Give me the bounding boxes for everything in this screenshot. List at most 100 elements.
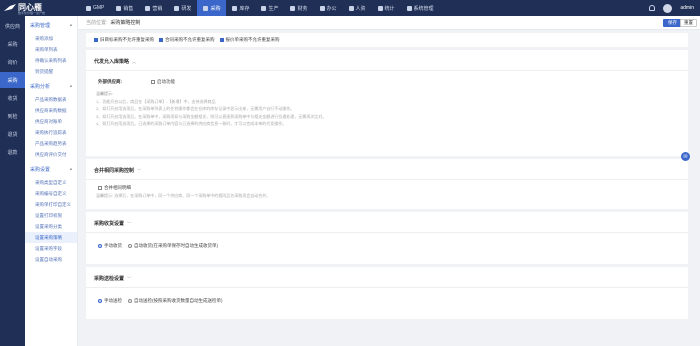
subnav-item[interactable]: 设置自动采购 <box>25 254 77 265</box>
checkbox-box[interactable] <box>94 38 98 42</box>
section-dropship: 代发允入库策略 ︿ 外部供应商: 启动功能 温馨提示: 1、功能开启以后，商品在… <box>86 50 688 156</box>
subnav-item[interactable]: 供应商采购数据 <box>25 105 77 116</box>
nav-icon <box>145 5 151 11</box>
top-checks-panel: 旧目标采购不允许重复采购 合同采购不允许重复采购 报价单采购不允许重复采购 <box>86 33 688 47</box>
option-checkbox[interactable]: 旧目标采购不允许重复采购 <box>94 37 154 43</box>
nav-item[interactable]: GMP <box>80 0 110 16</box>
nav-icon <box>406 5 412 11</box>
section-receiving: 采购收货设置 ﹀ 手动收货 自动收货(在采购单保存时自动生成收货单) <box>86 212 688 264</box>
radio-option[interactable]: 自动送检(按照采购收货数量自动生成送检单) <box>128 298 223 304</box>
rail-item[interactable]: 到检 <box>0 108 25 124</box>
checkbox-label: 合同采购不允许重复采购 <box>165 37 215 42</box>
subnav-item[interactable]: 设置采购策略 <box>25 232 77 243</box>
rail-item[interactable]: 询价 <box>0 54 25 70</box>
radio-label: 自动收货(在采购单保存时自动生成收货单) <box>134 243 218 248</box>
nav-item[interactable]: 库存 <box>226 0 255 16</box>
radio-dot[interactable] <box>98 244 102 248</box>
enable-checkbox[interactable]: 启动功能 <box>151 79 175 85</box>
subnav-item[interactable]: 采购编号自定义 <box>25 188 77 199</box>
rail-item[interactable]: 采购 <box>0 36 25 52</box>
nav-icon <box>319 5 325 11</box>
subnav-item[interactable]: 设置采购字段 <box>25 243 77 254</box>
group-label: 采购分析 <box>30 84 51 90</box>
checkbox-label: 合并相同明细 <box>104 185 131 190</box>
nav-item[interactable]: 生产 <box>255 0 284 16</box>
checkbox-label: 旧目标采购不允许重复采购 <box>100 37 154 42</box>
section-title[interactable]: 采购送检设置 ﹀ <box>86 267 688 283</box>
chevron-up-icon: ▲ <box>69 166 73 171</box>
radio-dot[interactable] <box>128 299 132 303</box>
subnav-item[interactable]: 到货提醒 <box>25 66 77 77</box>
section-title-text: 采购收货设置 <box>94 221 125 227</box>
option-checkbox[interactable]: 报价单采购不允许重复采购 <box>219 37 280 43</box>
nav-label: 营销 <box>152 5 163 12</box>
radio-label: 自动送检(按照采购收货数量自动生成送检单) <box>134 298 223 303</box>
chevron-up-icon: ▲ <box>69 83 73 88</box>
checkbox-box[interactable] <box>219 38 224 42</box>
subnav-item[interactable]: 采购单列表 <box>25 44 77 55</box>
subnav-item[interactable]: 采购执行追踪表 <box>25 127 77 138</box>
chevron-up-icon: ▲ <box>69 22 73 27</box>
rail-item[interactable]: 供应商 <box>0 18 25 34</box>
bird-logo-icon <box>4 3 16 11</box>
rail-item[interactable]: 收货 <box>0 90 25 106</box>
top-bar: 同心雁 数字化管理一生产统 GMP 销售 营销 研发 采购 库存 生产 财务 办公 人资 统计 系统管… <box>0 0 700 16</box>
subnav-item[interactable]: 产品采购数据表 <box>25 94 77 105</box>
nav-item[interactable]: 研发 <box>168 0 197 16</box>
nav-icon <box>232 5 238 11</box>
subnav-item[interactable]: 采购单打印自定义 <box>25 199 77 210</box>
checkbox-label: 启动功能 <box>157 79 175 84</box>
radio-option[interactable]: 手动送检 <box>98 298 122 304</box>
nav-item[interactable]: 办公 <box>314 0 343 16</box>
section-title[interactable]: 合并相同采购控制 ﹀ <box>86 159 688 175</box>
subnav-group-analysis[interactable]: 采购分析 ▲ <box>25 77 77 94</box>
group-label: 采购设置 <box>30 167 51 173</box>
radio-option[interactable]: 手动收货 <box>98 243 122 249</box>
nav-item[interactable]: 营销 <box>139 0 168 16</box>
nav-item[interactable]: 系统管理 <box>401 0 440 16</box>
rail-item[interactable]: 退款 <box>0 144 25 160</box>
nav-item[interactable]: 销售 <box>110 0 139 16</box>
top-right: admin <box>649 0 694 16</box>
bell-icon[interactable] <box>649 5 656 11</box>
subnav-group-settings[interactable]: 采购设置 ▲ <box>25 160 77 177</box>
merge-checkbox[interactable]: 合并相同明细 <box>98 185 131 191</box>
breadcrumb-label: 当前位置: <box>86 20 108 26</box>
subnav-item[interactable]: 采购添加 <box>25 33 77 44</box>
checkbox-box[interactable] <box>151 80 155 84</box>
chevron-down-icon: ﹀ <box>137 167 142 173</box>
section-title-text: 代发允入库策略 <box>94 59 130 65</box>
avatar[interactable] <box>663 3 673 13</box>
nav-item[interactable]: 财务 <box>284 0 313 16</box>
user-name[interactable]: admin <box>680 5 694 11</box>
option-checkbox[interactable]: 合同采购不允许重复采购 <box>159 37 215 43</box>
section-title[interactable]: 采购收货设置 ﹀ <box>86 212 688 228</box>
section-title[interactable]: 代发允入库策略 ︿ <box>86 50 688 66</box>
help-float-icon[interactable]: ✉ <box>681 152 690 161</box>
checkbox-box[interactable] <box>159 38 163 42</box>
rail-item[interactable]: 退货 <box>0 126 25 142</box>
subnav-group-purchase[interactable]: 采购管理 ▲ <box>25 16 77 33</box>
subnav-item[interactable]: 产品采购趋势表 <box>25 138 77 149</box>
nav-icon <box>290 5 296 11</box>
section-inspection: 采购送检设置 ﹀ 手动送检 自动送检(按照采购收货数量自动生成送检单) <box>86 267 688 319</box>
checkbox-box[interactable] <box>98 186 102 190</box>
reset-button[interactable]: 重置 <box>680 19 697 27</box>
hint-line: 3、如打开启用选项后。在采购单中，采购项如与采购金额相关，则可以直接到采购单中与… <box>96 113 327 119</box>
subnav-item[interactable]: 设置打印权限 <box>25 210 77 221</box>
nav-item[interactable]: 采购 <box>197 0 227 16</box>
rail-item[interactable]: 采购 <box>0 72 25 88</box>
section-merge: 合并相同采购控制 ﹀ 合并相同明细 温馨提示: 选择后，在采购订单中，同一个供应… <box>86 159 688 209</box>
main-content: 当前位置: 采购策略控制 保存 重置 旧目标采购不允许重复采购 合同采购不允许重复… <box>78 16 700 346</box>
nav-item[interactable]: 统计 <box>372 0 401 16</box>
radio-dot[interactable] <box>128 244 132 248</box>
nav-item[interactable]: 人资 <box>343 0 372 16</box>
subnav-item[interactable]: 采购类型自定义 <box>25 177 77 188</box>
subnav-item[interactable]: 供应商对账单 <box>25 116 77 127</box>
radio-dot[interactable] <box>98 299 102 303</box>
subnav-item[interactable]: 供应商评价交付 <box>25 149 77 160</box>
subnav-item[interactable]: 待确认采购列表 <box>25 55 77 66</box>
radio-option[interactable]: 自动收货(在采购单保存时自动生成收货单) <box>128 243 218 249</box>
subnav-item[interactable]: 设置采购分类 <box>25 221 77 232</box>
chevron-up-icon: ︿ <box>132 58 137 64</box>
